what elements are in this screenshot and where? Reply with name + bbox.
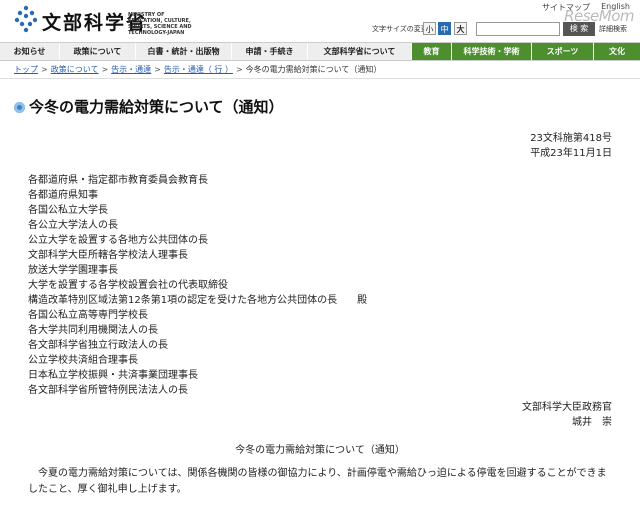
- list-item: 各国公私立大学長: [28, 205, 108, 216]
- document-number: 23文科施第418号: [530, 133, 612, 144]
- list-item: 各国公私立高等専門学校長: [28, 310, 148, 321]
- list-item: 各都道府県知事: [28, 190, 98, 201]
- list-item: 放送大学学園理事長: [28, 265, 118, 276]
- nav-item-publications[interactable]: 白書・統計・出版物: [136, 43, 232, 60]
- site-header: 文部科学省 MINISTRY OF EDUCATION, CULTURE, SP…: [0, 0, 640, 42]
- ministry-logo-icon[interactable]: [13, 4, 39, 34]
- document-subject: 今冬の電力需給対策について（通知）: [235, 445, 405, 456]
- breadcrumb-link[interactable]: 政策について: [51, 65, 99, 74]
- font-medium-button[interactable]: 中: [438, 22, 451, 35]
- list-item: 各都道府県・指定都市教育委員会教育長: [28, 175, 208, 186]
- breadcrumb-link[interactable]: トップ: [14, 65, 38, 74]
- nav-item-applications[interactable]: 申請・手続き: [232, 43, 308, 60]
- list-item: 公立大学を設置する各地方公共団体の長: [28, 235, 208, 246]
- nav-item-science[interactable]: 科学技術・学術: [452, 43, 532, 60]
- sender-organization: 文部科学大臣政務官: [522, 402, 612, 413]
- bullet-circle-icon: [14, 102, 25, 113]
- breadcrumb-separator: >: [154, 65, 161, 74]
- breadcrumb-current: 今冬の電力需給対策について（通知）: [245, 65, 382, 74]
- breadcrumb: トップ > 政策について > 告示・通達 > 告示・通達（ 行 ） > 今冬の電力需給対策につい…: [0, 61, 640, 79]
- breadcrumb-link[interactable]: 告示・通達（ 行 ）: [164, 65, 233, 74]
- main-nav: お知らせ 政策について 白書・統計・出版物 申請・手続き 文部科学省について 教…: [0, 42, 640, 61]
- list-item: 構造改革特別区域法第12条第1項の認定を受けた各地方公共団体の長 殿: [28, 295, 368, 306]
- recipient-list: 各都道府県・指定都市教育委員会教育長 各都道府県知事 各国公私立大学長 各公立大…: [28, 173, 367, 398]
- breadcrumb-link[interactable]: 告示・通達: [111, 65, 151, 74]
- nav-item-sports[interactable]: スポーツ: [532, 43, 594, 60]
- nav-item-culture[interactable]: 文化: [594, 43, 640, 60]
- search-input[interactable]: [476, 22, 560, 36]
- breadcrumb-separator: >: [101, 65, 109, 74]
- search-button[interactable]: 検 索: [563, 22, 595, 36]
- font-small-button[interactable]: 小: [423, 22, 436, 35]
- list-item: 各文部科学省所管特例民法法人の長: [28, 385, 188, 396]
- nav-item-news[interactable]: お知らせ: [0, 43, 60, 60]
- document-date: 平成23年11月1日: [530, 148, 612, 159]
- font-large-button[interactable]: 大: [454, 22, 467, 35]
- list-item: 公立学校共済組合理事長: [28, 355, 138, 366]
- list-item: 日本私立学校振興・共済事業団理事長: [28, 370, 198, 381]
- nav-item-education[interactable]: 教育: [412, 43, 452, 60]
- list-item: 各大学共同利用機関法人の長: [28, 325, 158, 336]
- list-item: 各公立大学法人の長: [28, 220, 118, 231]
- font-size-label: 文字サイズの変更: [372, 25, 428, 33]
- list-item: 文部科学大臣所轄各学校法人理事長: [28, 250, 188, 261]
- advanced-search-link[interactable]: 詳細検索: [599, 24, 627, 34]
- breadcrumb-separator: >: [235, 65, 243, 74]
- body-paragraph: 今夏の電力需給対策については、関係各機関の皆様の御協力により、計画停電や需給ひっ…: [28, 468, 607, 495]
- nav-item-about[interactable]: 文部科学省について: [308, 43, 412, 60]
- nav-item-policy[interactable]: 政策について: [60, 43, 136, 60]
- page-title-text: 今冬の電力需給対策について（通知）: [29, 98, 284, 116]
- list-item: 大学を設置する各学校設置会社の代表取締役: [28, 280, 228, 291]
- breadcrumb-separator: >: [41, 65, 48, 74]
- sender-name: 城井 崇: [572, 417, 612, 428]
- page-title: 今冬の電力需給対策について（通知）: [14, 96, 284, 117]
- list-item: 各文部科学省独立行政法人の長: [28, 340, 168, 351]
- ministry-logo-english: MINISTRY OF EDUCATION, CULTURE, SPORTS, …: [128, 12, 192, 36]
